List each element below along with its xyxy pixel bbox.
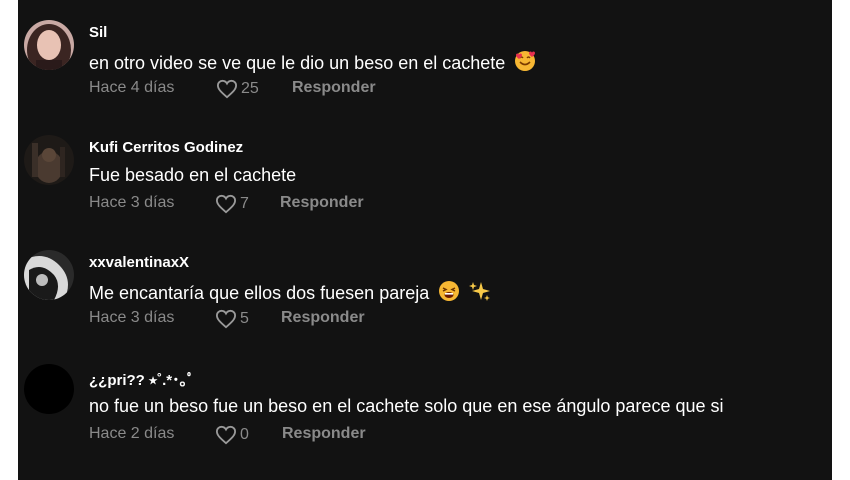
heart-icon (215, 194, 237, 214)
comment-timestamp: Hace 3 días (89, 309, 175, 326)
comment-username[interactable]: Kufi Cerritos Godinez (89, 139, 243, 156)
avatar[interactable] (24, 364, 74, 414)
like-count: 25 (241, 80, 259, 97)
like-button[interactable]: 7 (215, 194, 249, 214)
comment-text-content: en otro video se ve que le dio un beso e… (89, 53, 506, 73)
comment-text: Me encantaría que ellos dos fuesen parej… (89, 280, 491, 307)
smiling-face-with-hearts-icon (514, 50, 536, 77)
comment-username[interactable]: Sil (89, 24, 107, 41)
sparkles-icon (469, 280, 491, 307)
comment-text: Fue besado en el cachete (89, 165, 296, 186)
comment-text-content: Me encantaría que ellos dos fuesen parej… (89, 283, 430, 303)
reply-button[interactable]: Responder (292, 79, 376, 97)
tired-face-icon (438, 280, 460, 307)
comment-username[interactable]: ¿¿pri?? ⭒˚.*･｡ﾟ (89, 369, 195, 390)
comment-timestamp: Hace 3 días (89, 194, 175, 211)
heart-icon (215, 425, 237, 445)
comment-text: no fue un beso fue un beso en el cachete… (89, 396, 723, 417)
comment-text-content: Fue besado en el cachete (89, 165, 297, 185)
like-count: 5 (240, 310, 249, 327)
comments-panel: Sil en otro video se ve que le dio un be… (18, 0, 832, 480)
heart-icon (215, 309, 237, 329)
avatar[interactable] (24, 20, 74, 70)
like-button[interactable]: 0 (215, 425, 249, 445)
comment-timestamp: Hace 2 días (89, 425, 175, 442)
avatar[interactable] (24, 250, 74, 300)
avatar[interactable] (24, 135, 74, 185)
like-button[interactable]: 5 (215, 309, 249, 329)
reply-button[interactable]: Responder (282, 425, 366, 443)
like-button[interactable]: 25 (216, 79, 259, 99)
like-count: 0 (240, 426, 249, 443)
comment-text: en otro video se ve que le dio un beso e… (89, 50, 536, 77)
reply-button[interactable]: Responder (281, 309, 365, 327)
comment-username[interactable]: xxvalentinaxX (89, 254, 189, 271)
reply-button[interactable]: Responder (280, 194, 364, 212)
comment-timestamp: Hace 4 días (89, 79, 175, 96)
comment-text-content: no fue un beso fue un beso en el cachete… (89, 396, 724, 416)
heart-icon (216, 79, 238, 99)
like-count: 7 (240, 195, 249, 212)
